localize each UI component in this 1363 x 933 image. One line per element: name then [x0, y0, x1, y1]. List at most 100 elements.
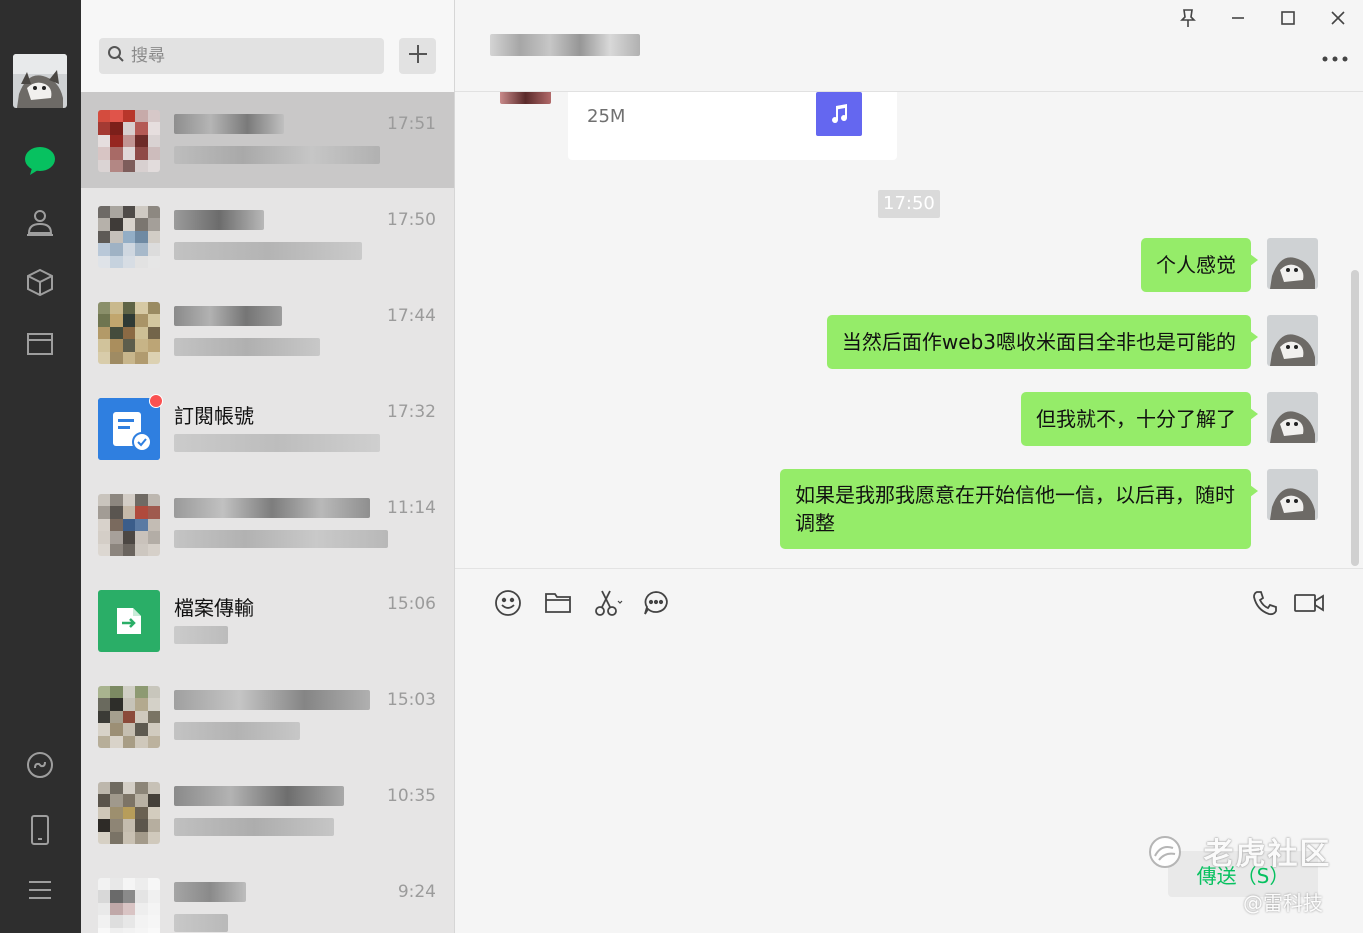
blurred-chat-name	[174, 786, 344, 806]
unread-badge	[149, 394, 163, 408]
message-composer[interactable]: 傳送（S） 老虎社区 @雷科技	[455, 568, 1363, 933]
chat-bubble-icon	[24, 146, 56, 180]
my-avatar[interactable]	[1267, 315, 1318, 366]
contacts-icon	[25, 207, 55, 241]
chat-time: 17:51	[387, 114, 436, 134]
chat-avatar	[98, 206, 160, 268]
chat-name: 訂閱帳號	[174, 404, 254, 428]
blurred-chat-preview	[174, 722, 300, 740]
chat-avatar	[98, 110, 160, 172]
minimize-button[interactable]	[1223, 8, 1253, 32]
blurred-chat-preview	[174, 146, 380, 164]
chat-list-item[interactable]: 17:44	[81, 284, 454, 380]
mini-program-icon	[25, 750, 55, 784]
profile-avatar[interactable]	[13, 54, 67, 108]
emoji-button[interactable]	[492, 589, 524, 621]
watermark-text: 老虎社区	[1203, 837, 1332, 872]
blurred-chat-name	[174, 690, 370, 710]
chat-list: 17:51 17:50 17:44 訂閱帳號 17:32 11:14 檔案傳輸 …	[81, 92, 454, 933]
plus-icon	[408, 44, 428, 68]
chats-nav-button[interactable]	[20, 143, 60, 183]
chat-list-item[interactable]: 17:51	[81, 92, 454, 188]
blurred-chat-name	[174, 498, 370, 518]
message-text: 但我就不，十分了解了	[1036, 407, 1236, 431]
phone-device-button[interactable]	[20, 812, 60, 852]
my-avatar[interactable]	[1267, 392, 1318, 443]
chat-list-header	[81, 0, 454, 92]
message-text: 个人感觉	[1156, 253, 1236, 277]
blurred-chat-preview	[174, 530, 388, 548]
close-icon	[1330, 10, 1346, 30]
maximize-icon	[1280, 10, 1296, 30]
chat-time: 17:32	[387, 402, 436, 422]
search-box[interactable]	[99, 38, 384, 74]
send-file-button[interactable]	[542, 589, 574, 621]
watermark-tiger-icon	[1145, 834, 1185, 878]
blurred-chat-name	[174, 210, 264, 230]
conversation-panel: 25M 17:50 个人感觉 当然后面作web3嗯收米面目全非也是可能的 但我就…	[455, 0, 1363, 933]
my-avatar[interactable]	[1267, 238, 1318, 289]
outgoing-message[interactable]: 当然后面作web3嗯收米面目全非也是可能的	[826, 315, 1259, 369]
subscription-account-icon	[98, 398, 160, 460]
scissors-icon	[593, 589, 623, 621]
maximize-button[interactable]	[1273, 8, 1303, 32]
chat-avatar	[98, 878, 160, 933]
close-window-button[interactable]	[1323, 8, 1353, 32]
chat-list-item[interactable]: 10:35	[81, 764, 454, 860]
chat-avatar	[98, 782, 160, 844]
blurred-chat-preview	[174, 914, 228, 932]
voice-call-button[interactable]	[1249, 589, 1281, 621]
chat-avatar	[98, 686, 160, 748]
message-text: 如果是我那我愿意在开始信他一信，以后再，随时调整	[795, 483, 1235, 535]
chat-info-button[interactable]	[1321, 46, 1349, 66]
chat-history-button[interactable]	[640, 589, 672, 621]
message-text: 当然后面作web3嗯收米面目全非也是可能的	[841, 330, 1236, 354]
chat-time: 9:24	[397, 882, 436, 902]
chat-time: 17:44	[387, 306, 436, 326]
chat-time: 17:50	[387, 210, 436, 230]
blurred-chat-preview	[174, 434, 380, 452]
blurred-chat-name	[174, 882, 246, 902]
favorites-nav-button[interactable]	[20, 264, 60, 304]
chat-history-icon	[642, 589, 670, 621]
pin-window-button[interactable]	[1173, 8, 1203, 32]
chat-avatar	[98, 302, 160, 364]
start-chat-button[interactable]	[399, 38, 436, 74]
chat-list-item-file-transfer[interactable]: 檔案傳輸 15:06	[81, 572, 454, 668]
chat-list-item[interactable]: 15:03	[81, 668, 454, 764]
file-size: 25M	[587, 106, 626, 127]
chat-list-item[interactable]: 11:14	[81, 476, 454, 572]
screenshot-button[interactable]	[592, 589, 624, 621]
wechat-window: 17:51 17:50 17:44	[0, 0, 1363, 933]
outgoing-message[interactable]: 个人感觉	[1141, 238, 1258, 292]
message-timestamp: 17:50	[878, 190, 940, 218]
message-list: 25M 17:50 个人感觉 当然后面作web3嗯收米面目全非也是可能的 但我就…	[455, 92, 1363, 568]
chat-list-item[interactable]: 17:50	[81, 188, 454, 284]
emoji-icon	[494, 589, 522, 621]
folder-icon	[544, 591, 572, 619]
audio-file-message[interactable]: 25M	[568, 92, 897, 160]
message-scrollbar[interactable]	[1351, 270, 1359, 566]
conversation-header	[455, 0, 1363, 92]
mini-programs-button[interactable]	[20, 747, 60, 787]
chat-time: 15:03	[387, 690, 436, 710]
search-icon	[107, 45, 125, 67]
nav-rail	[0, 0, 81, 933]
chat-time: 11:14	[387, 498, 436, 518]
chat-list-item[interactable]: 9:24	[81, 860, 454, 933]
contacts-nav-button[interactable]	[20, 204, 60, 244]
my-avatar[interactable]	[1267, 469, 1318, 520]
menu-button[interactable]	[20, 872, 60, 912]
folder-icon	[25, 329, 55, 361]
minimize-icon	[1230, 10, 1246, 30]
chat-list-item-subscriptions[interactable]: 訂閱帳號 17:32	[81, 380, 454, 476]
outgoing-message[interactable]: 但我就不，十分了解了	[1021, 392, 1258, 446]
video-call-button[interactable]	[1291, 589, 1327, 621]
files-nav-button[interactable]	[20, 325, 60, 365]
outgoing-message[interactable]: 如果是我那我愿意在开始信他一信，以后再，随时调整	[780, 469, 1258, 549]
chat-avatar	[98, 494, 160, 556]
watermark-credit: @雷科技	[1243, 891, 1323, 915]
music-note-icon	[816, 92, 862, 136]
search-input[interactable]	[131, 46, 371, 66]
watermark-logo: 老虎社区	[1145, 829, 1331, 878]
